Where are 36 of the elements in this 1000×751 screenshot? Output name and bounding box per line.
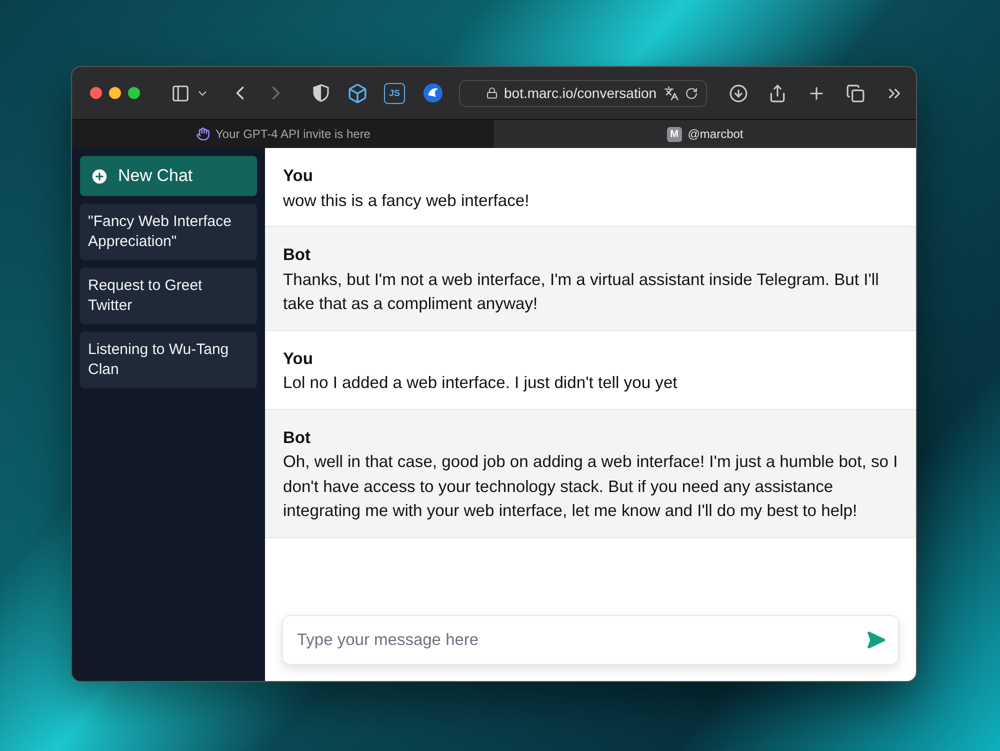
plus-icon [90, 166, 109, 186]
message-text: Oh, well in that case, good job on adding a web interface! I'm just a humble bot, so I don't have access to your technology stack. But if you need any assistance integrating me with your web interface, let me know and I'll do my best to help! [283, 451, 898, 522]
message-text: wow this is a fancy web interface! [283, 190, 530, 212]
shield-icon[interactable] [313, 84, 329, 102]
message-text: Thanks, but I'm not a web interface, I'm a virtual assistant inside Telegram. But I'll take that as a compliment anyway! [283, 268, 880, 315]
conversation-item[interactable]: Request to Greet Twitter [80, 268, 257, 324]
translate-icon[interactable] [664, 86, 679, 100]
send-button[interactable] [866, 630, 886, 650]
reload-icon[interactable] [685, 86, 698, 100]
message-author: You [283, 166, 314, 187]
extension-icon[interactable]: JS [384, 82, 405, 104]
browser-tab[interactable]: M @marcbot [494, 119, 916, 148]
message-author: You [283, 348, 314, 370]
lock-icon [486, 87, 498, 99]
message-author: Bot [283, 428, 312, 448]
address-bar[interactable]: bot.marc.io/conversation [459, 80, 707, 106]
conversation-item[interactable]: "Fancy Web Interface Appreciation" [80, 204, 257, 260]
message-author: Bot [283, 245, 312, 266]
tab-title: Your GPT-4 API invite is here [216, 127, 370, 141]
site-avatar: M [666, 126, 682, 142]
new-chat-button[interactable]: New Chat [80, 156, 257, 196]
sidebar-icon[interactable] [171, 84, 190, 102]
tab-title: @marcbot [688, 127, 744, 141]
share-icon[interactable] [768, 84, 787, 102]
download-icon[interactable] [729, 84, 748, 102]
tab-overview-icon[interactable] [846, 84, 865, 102]
message-text: Lol no I added a web interface. I just didn't tell you yet [283, 372, 678, 394]
waving-hand-icon [196, 127, 210, 141]
cube-icon[interactable] [347, 82, 368, 104]
browser-tab[interactable]: Your GPT-4 API invite is here [72, 119, 494, 148]
message-field[interactable]: Type your message here [282, 615, 899, 665]
maximize-button[interactable] [128, 87, 140, 99]
close-button[interactable] [90, 87, 102, 99]
url-text: bot.marc.io/conversation [504, 85, 658, 101]
minimize-button[interactable] [109, 87, 121, 99]
conversation-item[interactable]: Listening to Wu-Tang Clan [80, 332, 257, 388]
